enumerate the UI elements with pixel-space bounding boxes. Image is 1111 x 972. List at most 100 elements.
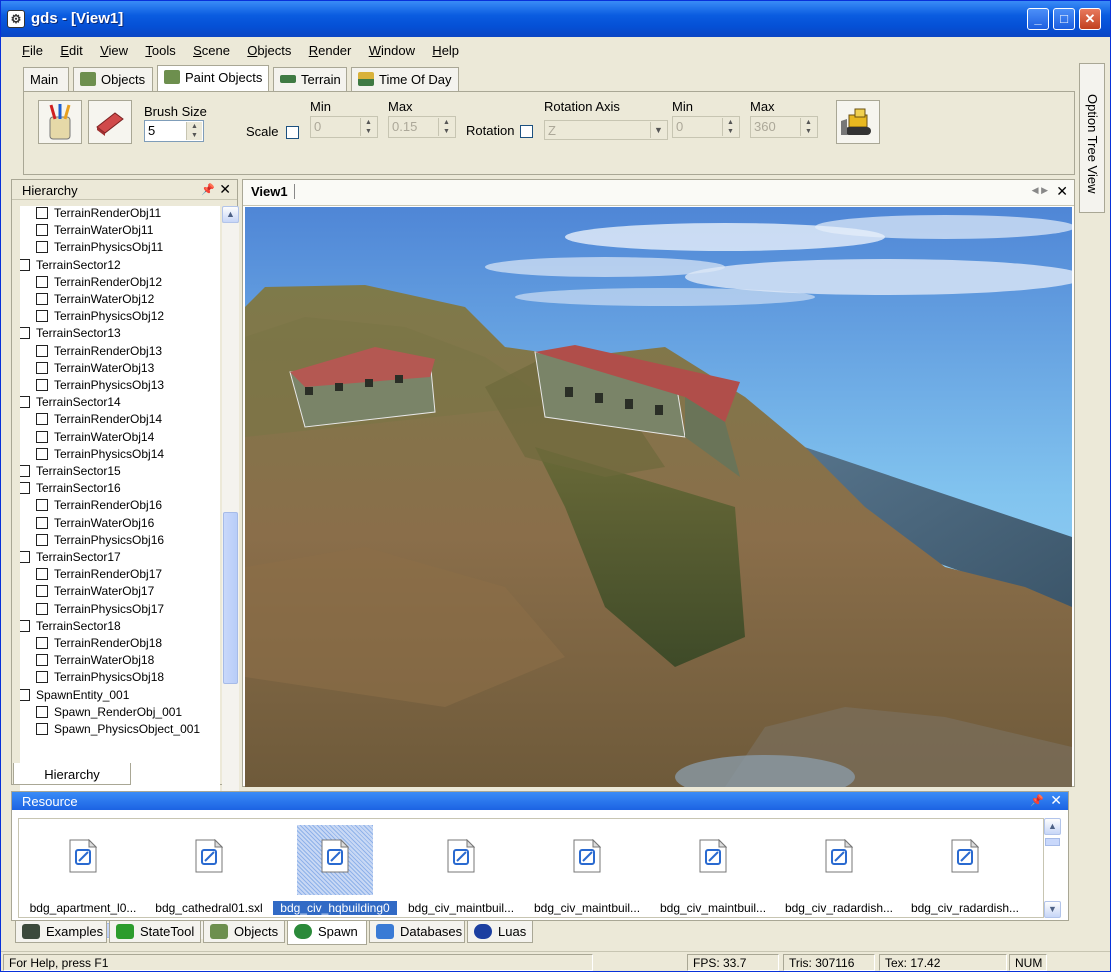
checkbox-icon[interactable] bbox=[36, 654, 48, 667]
menu-scene[interactable]: Scene bbox=[186, 41, 237, 58]
scroll-up-icon[interactable]: ▲ bbox=[222, 206, 239, 223]
tree-item[interactable]: TerrainSector14 bbox=[20, 395, 121, 412]
menu-render[interactable]: Render bbox=[302, 41, 359, 58]
resource-scrollbar[interactable]: ▲ ▼ bbox=[1044, 818, 1062, 918]
tree-item[interactable]: TerrainWaterObj18 bbox=[36, 653, 154, 670]
menu-view[interactable]: View bbox=[93, 41, 135, 58]
checkbox-icon[interactable] bbox=[36, 293, 48, 305]
checkbox-icon[interactable] bbox=[36, 602, 48, 615]
menu-file[interactable]: File bbox=[15, 41, 50, 58]
paint-brush-button[interactable] bbox=[38, 100, 82, 144]
gds-app-icon[interactable]: ⚙ bbox=[7, 10, 25, 28]
resource-item[interactable]: bdg_civ_hqbuilding0 bbox=[272, 825, 398, 917]
close-icon[interactable]: ✕ bbox=[1056, 183, 1068, 200]
checkbox-icon[interactable] bbox=[36, 207, 48, 219]
tree-item[interactable]: TerrainWaterObj17 bbox=[36, 584, 154, 601]
tree-item[interactable]: TerrainPhysicsObj11 bbox=[36, 240, 163, 257]
eraser-button[interactable] bbox=[88, 100, 132, 144]
checkbox-icon[interactable] bbox=[20, 482, 30, 495]
resource-item[interactable]: bdg_cathedral01.sxl bbox=[147, 825, 271, 917]
tree-item[interactable]: TerrainWaterObj12 bbox=[36, 292, 154, 309]
maximize-button[interactable]: □ bbox=[1053, 8, 1075, 30]
menu-objects[interactable]: Objects bbox=[240, 41, 298, 58]
rotation-min-spinner[interactable]: 0 ▲ ▼ bbox=[672, 116, 740, 138]
tree-item[interactable]: TerrainSector18 bbox=[20, 619, 121, 636]
scale-max-spinner[interactable]: 0.15 ▲ ▼ bbox=[388, 116, 456, 138]
resource-item[interactable]: bdg_civ_radardish... bbox=[903, 825, 1027, 917]
spinner-arrows-icon[interactable]: ▲ ▼ bbox=[800, 118, 816, 136]
spinner-arrows-icon[interactable]: ▲ ▼ bbox=[186, 122, 202, 140]
tree-item[interactable]: TerrainPhysicsObj16 bbox=[36, 533, 164, 550]
tab-spawn[interactable]: Spawn bbox=[287, 921, 367, 945]
resource-item[interactable]: bdg_civ_radardish... bbox=[777, 825, 901, 917]
tree-item[interactable]: TerrainSector13 bbox=[20, 326, 121, 343]
tree-item[interactable]: TerrainWaterObj11 bbox=[36, 223, 153, 240]
checkbox-icon[interactable] bbox=[20, 465, 30, 477]
scroll-thumb[interactable] bbox=[1045, 838, 1060, 846]
checkbox-icon[interactable] bbox=[20, 551, 30, 563]
option-tree-view-tab[interactable]: Option Tree View bbox=[1079, 63, 1105, 213]
resource-item[interactable]: bdg_civ_maintbuil... bbox=[399, 825, 523, 917]
tree-item[interactable]: TerrainRenderObj14 bbox=[36, 412, 162, 429]
tree-item[interactable]: TerrainWaterObj14 bbox=[36, 430, 154, 447]
scroll-up-icon[interactable]: ▲ bbox=[1044, 818, 1061, 835]
close-button[interactable]: ✕ bbox=[1079, 8, 1101, 30]
tree-item[interactable]: TerrainSector16 bbox=[20, 481, 121, 498]
3d-viewport[interactable] bbox=[245, 207, 1072, 787]
checkbox-icon[interactable] bbox=[36, 275, 48, 288]
checkbox-icon[interactable] bbox=[20, 258, 30, 271]
tab-time-of-day[interactable]: Time Of Day bbox=[351, 67, 459, 91]
scroll-thumb[interactable] bbox=[223, 512, 238, 684]
title-bar[interactable]: ⚙ gds - [View1] _ □ ✕ bbox=[1, 1, 1110, 37]
checkbox-icon[interactable] bbox=[36, 379, 48, 391]
checkbox-icon[interactable] bbox=[36, 361, 48, 374]
checkbox-icon[interactable] bbox=[36, 413, 48, 426]
rotation-checkbox[interactable] bbox=[520, 125, 533, 138]
tree-item[interactable]: TerrainWaterObj13 bbox=[36, 361, 154, 378]
scale-checkbox[interactable] bbox=[286, 126, 299, 139]
tab-objects-bottom[interactable]: Objects bbox=[203, 921, 285, 943]
checkbox-icon[interactable] bbox=[36, 310, 48, 323]
resource-item[interactable]: bdg_civ_maintbuil... bbox=[525, 825, 649, 917]
spinner-arrows-icon[interactable]: ▲ ▼ bbox=[360, 118, 376, 136]
menu-edit[interactable]: Edit bbox=[53, 41, 89, 58]
tree-item[interactable]: TerrainPhysicsObj14 bbox=[36, 447, 164, 464]
checkbox-icon[interactable] bbox=[36, 585, 48, 598]
close-icon[interactable]: ✕ bbox=[219, 181, 231, 198]
checkbox-icon[interactable] bbox=[36, 723, 48, 735]
tree-item[interactable]: TerrainRenderObj13 bbox=[36, 344, 162, 361]
tree-item[interactable]: TerrainRenderObj17 bbox=[36, 567, 162, 584]
tree-item[interactable]: TerrainSector15 bbox=[20, 464, 121, 481]
tree-item[interactable]: TerrainRenderObj18 bbox=[36, 636, 162, 653]
tab-nav-arrows-icon[interactable]: ◀ ▶ bbox=[1032, 185, 1048, 196]
pin-icon[interactable]: 📌 bbox=[1030, 794, 1044, 807]
bulldozer-button[interactable] bbox=[836, 100, 880, 144]
checkbox-icon[interactable] bbox=[36, 671, 48, 684]
resource-item[interactable]: bdg_civ_maintbuil... bbox=[651, 825, 775, 917]
rotation-axis-select[interactable]: Z ▼ bbox=[544, 120, 668, 140]
checkbox-icon[interactable] bbox=[20, 688, 30, 701]
checkbox-icon[interactable] bbox=[36, 516, 48, 529]
checkbox-icon[interactable] bbox=[36, 241, 48, 254]
checkbox-icon[interactable] bbox=[20, 327, 30, 340]
tab-examples[interactable]: Examples bbox=[15, 921, 107, 943]
menu-window[interactable]: Window bbox=[362, 41, 422, 58]
tab-statetool[interactable]: StateTool bbox=[109, 921, 201, 943]
tree-item[interactable]: TerrainRenderObj11 bbox=[36, 206, 161, 223]
tab-paint-objects[interactable]: Paint Objects bbox=[157, 65, 269, 91]
tree-item[interactable]: TerrainRenderObj16 bbox=[36, 498, 162, 515]
chevron-down-icon[interactable]: ▼ bbox=[650, 122, 666, 138]
tree-item[interactable]: Spawn_RenderObj_001 bbox=[36, 705, 182, 722]
tab-luas[interactable]: Luas bbox=[467, 921, 533, 943]
tab-view1[interactable]: View1 bbox=[251, 184, 295, 199]
tab-main[interactable]: Main bbox=[23, 67, 69, 91]
tab-objects[interactable]: Objects bbox=[73, 67, 153, 91]
brush-size-spinner[interactable]: 5 ▲ ▼ bbox=[144, 120, 204, 142]
tab-hierarchy[interactable]: Hierarchy bbox=[13, 763, 131, 785]
tree-item[interactable]: TerrainPhysicsObj18 bbox=[36, 670, 164, 687]
checkbox-icon[interactable] bbox=[36, 568, 48, 581]
checkbox-icon[interactable] bbox=[36, 430, 48, 443]
spinner-arrows-icon[interactable]: ▲ ▼ bbox=[438, 118, 454, 136]
spinner-arrows-icon[interactable]: ▲ ▼ bbox=[722, 118, 738, 136]
tree-item[interactable]: TerrainRenderObj12 bbox=[36, 275, 162, 292]
